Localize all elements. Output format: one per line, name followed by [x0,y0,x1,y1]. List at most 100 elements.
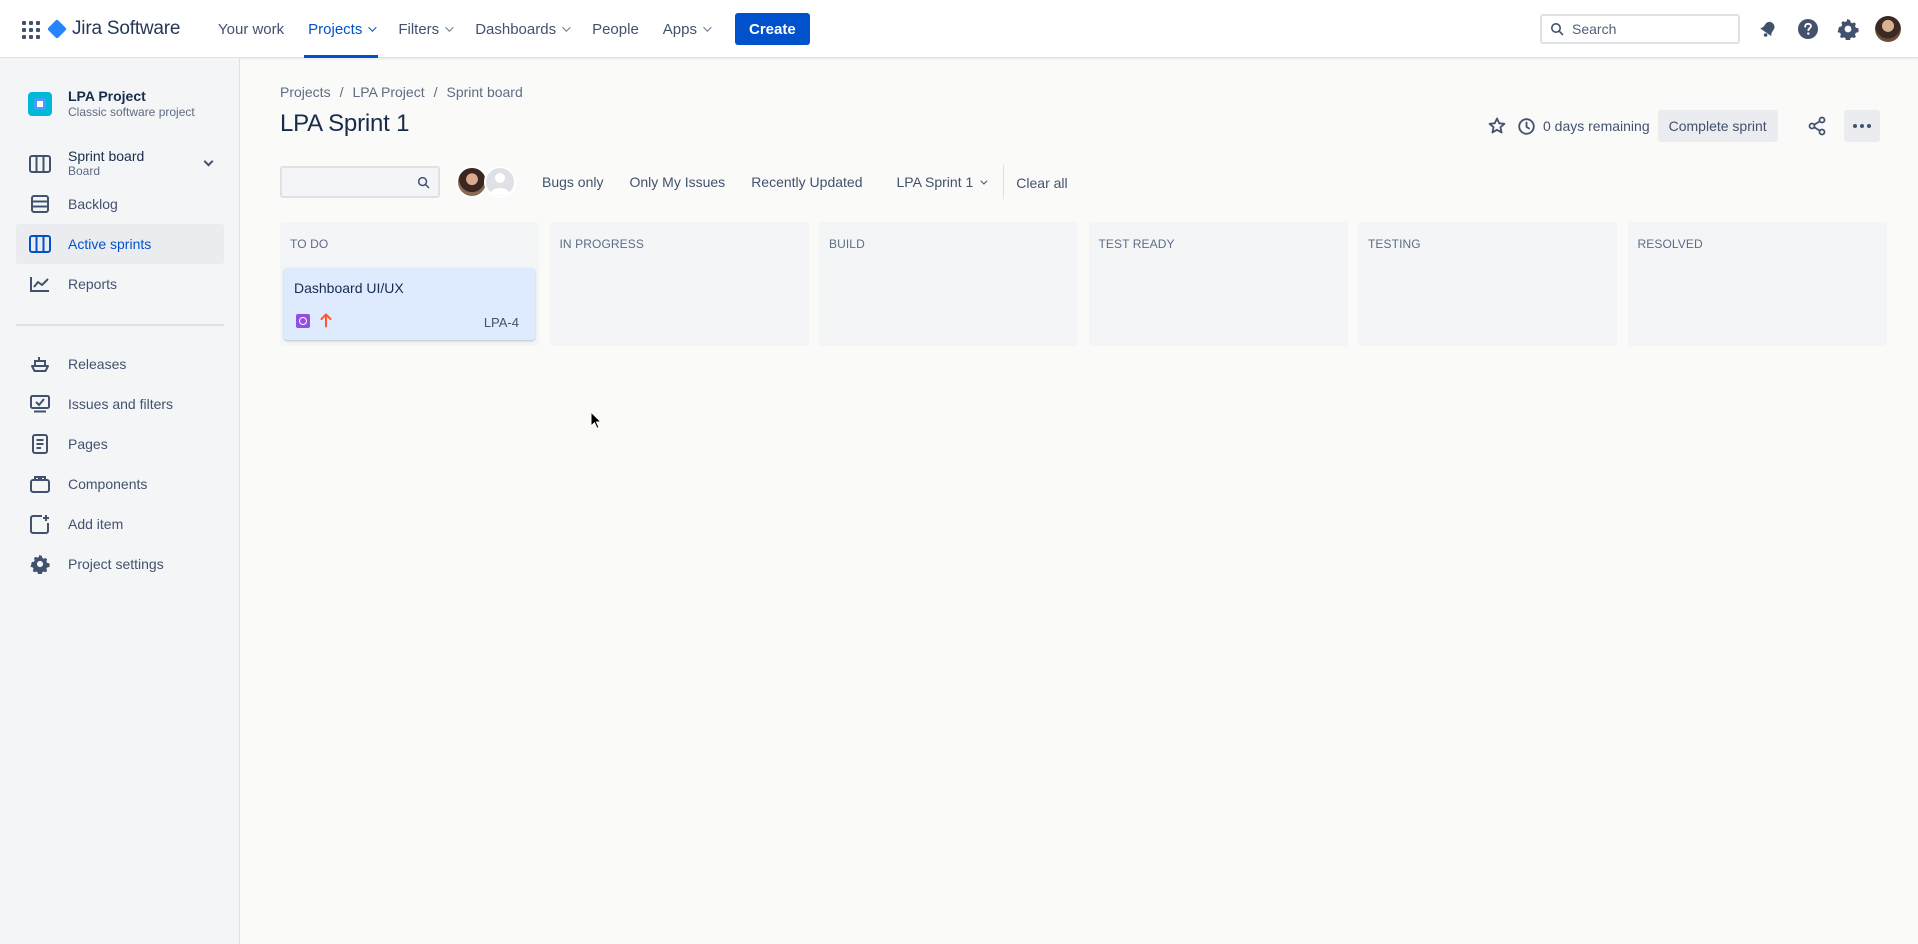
project-type: Classic software project [68,105,195,119]
share-icon[interactable] [1804,113,1830,139]
breadcrumb-projects[interactable]: Projects [280,84,331,100]
more-icon [1852,124,1857,128]
unassigned-avatar[interactable] [484,166,516,198]
search-icon [417,176,430,188]
chevron-down-icon[interactable] [203,156,214,167]
chevron-down-icon [562,23,571,32]
brand-name: Jira Software [72,18,181,39]
filter-only-my-issues[interactable]: Only My Issues [629,174,725,190]
help-icon[interactable] [1792,13,1824,45]
column-test-ready: TEST READY [1088,222,1348,346]
more-actions-button[interactable] [1843,110,1880,142]
primary-nav: Your work Projects Filters Dashboards Pe… [206,0,810,58]
search-icon [1551,23,1564,36]
sidebar-item-project-settings[interactable]: Project settings [16,544,224,584]
breadcrumb-project[interactable]: LPA Project [352,84,424,100]
sidebar-item-sublabel: Board [68,164,101,178]
sidebar-item-label: Issues and filters [68,396,174,412]
ship-icon [28,352,52,376]
sidebar-item-releases[interactable]: Releases [16,344,224,384]
filter-recently-updated[interactable]: Recently Updated [751,174,862,190]
sidebar-item-issues-and-filters[interactable]: Issues and filters [16,384,224,424]
sprint-filter-dropdown[interactable]: LPA Sprint 1 [896,174,988,190]
epic-icon [296,314,310,328]
filter-divider [1003,165,1005,199]
notifications-icon[interactable] [1752,13,1784,45]
column-testing: TESTING [1358,222,1617,346]
column-in-progress: IN PROGRESS [549,222,809,346]
priority-high-icon [319,312,333,333]
nav-projects[interactable]: Projects [296,0,386,58]
top-right-icons [1752,13,1912,45]
sprint-board: TO DO Dashboard UI/UX LPA-4 IN PROGRESS … [280,222,1887,346]
user-avatar [1875,16,1901,42]
sidebar-item-active-sprints[interactable]: Active sprints [16,224,224,264]
jira-diamond-icon [47,19,67,39]
board-search[interactable] [280,166,440,198]
assignee-filter [456,166,516,198]
board-icon [28,152,52,176]
sidebar-item-sprint-board[interactable]: Sprint board Board [16,144,224,184]
sidebar-item-label: Backlog [68,196,118,212]
chevron-down-icon [445,23,454,32]
sidebar-item-add-item[interactable]: Add item [16,504,224,544]
column-resolved: RESOLVED [1627,222,1887,346]
page-icon [28,432,52,456]
clock-icon [1518,117,1535,135]
board-search-input[interactable] [299,169,417,195]
nav-filters[interactable]: Filters [386,0,463,58]
jira-logo[interactable]: Jira Software [47,16,181,42]
sprint-actions: 0 days remaining Complete sprint [1484,110,1880,142]
sidebar-item-label: Releases [68,356,127,372]
nav-your-work[interactable]: Your work [206,0,296,58]
search-input[interactable] [1572,21,1722,37]
column-header: TESTING [1368,237,1421,251]
issue-title: Dashboard UI/UX [294,280,404,296]
backlog-icon [28,192,52,216]
column-to-do: TO DO Dashboard UI/UX LPA-4 [280,222,539,346]
mouse-cursor-icon [590,411,602,429]
sidebar-item-label: Add item [68,516,124,532]
chevron-down-icon [703,23,712,32]
days-remaining-text: 0 days remaining [1543,118,1650,134]
project-header[interactable]: LPA Project Classic software project [28,88,195,119]
sidebar-item-reports[interactable]: Reports [16,264,224,304]
sidebar-item-label: Components [68,476,148,492]
create-button[interactable]: Create [735,13,810,45]
issues-icon [28,392,52,416]
app-switcher-icon[interactable] [20,19,40,39]
breadcrumb-board[interactable]: Sprint board [446,84,522,100]
column-header: TO DO [290,237,329,251]
filter-bar: Bugs only Only My Issues Recently Update… [280,164,1068,200]
sidebar-item-label: Project settings [68,556,164,572]
complete-sprint-button[interactable]: Complete sprint [1657,110,1778,142]
nav-dashboards[interactable]: Dashboards [463,0,580,58]
chevron-down-icon [980,177,988,185]
component-icon [28,472,52,496]
breadcrumb: Projects / LPA Project / Sprint board [280,84,523,100]
days-remaining: 0 days remaining [1518,117,1650,135]
column-header: BUILD [829,237,865,251]
nav-people[interactable]: People [580,0,651,58]
sidebar-item-label: Reports [68,276,118,292]
column-header: IN PROGRESS [559,237,644,251]
settings-icon[interactable] [1832,13,1864,45]
nav-apps[interactable]: Apps [651,0,721,58]
sidebar-item-backlog[interactable]: Backlog [16,184,224,224]
issue-key[interactable]: LPA-4 [484,315,519,330]
sidebar-item-components[interactable]: Components [16,464,224,504]
add-item-icon [28,512,52,536]
clear-all-link[interactable]: Clear all [1016,173,1067,191]
global-search[interactable] [1540,14,1740,44]
sidebar-item-label: Pages [68,436,108,452]
sidebar-item-pages[interactable]: Pages [16,424,224,464]
issue-card[interactable]: Dashboard UI/UX LPA-4 [284,268,535,340]
star-icon[interactable] [1484,113,1510,139]
chevron-down-icon [368,23,378,32]
page-title: LPA Sprint 1 [280,110,410,137]
column-build: BUILD [819,222,1078,346]
board-icon [28,232,52,256]
project-avatar-icon [28,91,52,116]
profile-avatar[interactable] [1872,13,1904,45]
filter-bugs-only[interactable]: Bugs only [542,174,603,190]
